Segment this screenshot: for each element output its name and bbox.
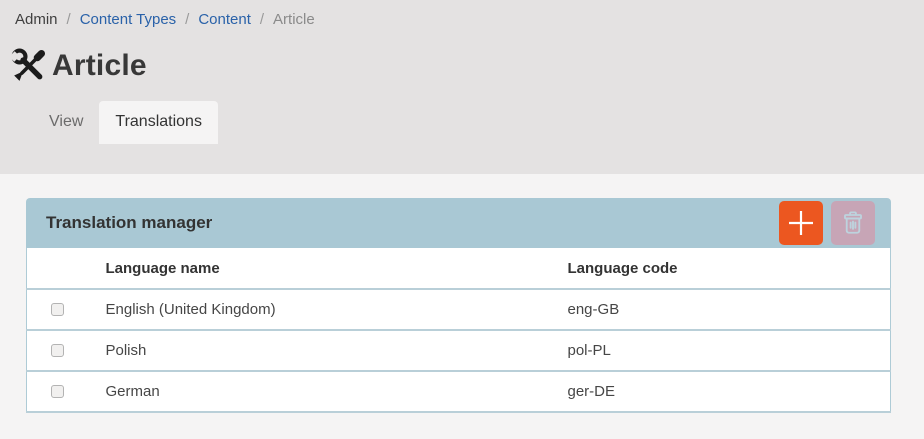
column-header-language-name: Language name [106, 248, 568, 289]
plus-icon [788, 210, 814, 236]
table-header-row: Language name Language code [27, 248, 891, 289]
breadcrumb-separator: / [185, 10, 189, 30]
column-header-language-code: Language code [568, 248, 891, 289]
row-checkbox[interactable] [51, 385, 64, 398]
language-name-cell: Polish [106, 330, 568, 371]
translation-manager-panel: Translation manager [26, 198, 891, 413]
table-row: English (United Kingdom) eng-GB [27, 289, 891, 330]
row-checkbox[interactable] [51, 344, 64, 357]
add-translation-button[interactable] [779, 201, 823, 245]
trash-icon [840, 210, 866, 236]
tools-icon [10, 47, 48, 85]
breadcrumb-separator: / [260, 10, 264, 30]
delete-translation-button[interactable] [831, 201, 875, 245]
tab-bar: View Translations [33, 85, 924, 144]
language-name-cell: English (United Kingdom) [106, 289, 568, 330]
breadcrumb-item-content-types[interactable]: Content Types [80, 10, 176, 30]
language-name-cell: German [106, 371, 568, 412]
translations-table: Language name Language code English (Uni… [26, 248, 891, 413]
header-area: Admin / Content Types / Content / Articl… [0, 0, 924, 174]
tab-translations[interactable]: Translations [99, 101, 218, 144]
panel-title: Translation manager [46, 213, 771, 233]
breadcrumb: Admin / Content Types / Content / Articl… [15, 10, 924, 30]
language-code-cell: ger-DE [568, 371, 891, 412]
breadcrumb-item-admin: Admin [15, 10, 58, 30]
language-code-cell: eng-GB [568, 289, 891, 330]
page-title: Article [52, 49, 147, 83]
row-checkbox[interactable] [51, 303, 64, 316]
tab-view[interactable]: View [33, 101, 99, 144]
page-title-row: Article [10, 47, 924, 85]
language-code-cell: pol-PL [568, 330, 891, 371]
breadcrumb-separator: / [67, 10, 71, 30]
checkbox-column-header [27, 248, 106, 289]
breadcrumb-item-content[interactable]: Content [198, 10, 251, 30]
breadcrumb-item-article: Article [273, 10, 315, 30]
table-row: German ger-DE [27, 371, 891, 412]
table-row: Polish pol-PL [27, 330, 891, 371]
tab-content-area: Translation manager [0, 174, 924, 439]
panel-header: Translation manager [26, 198, 891, 248]
